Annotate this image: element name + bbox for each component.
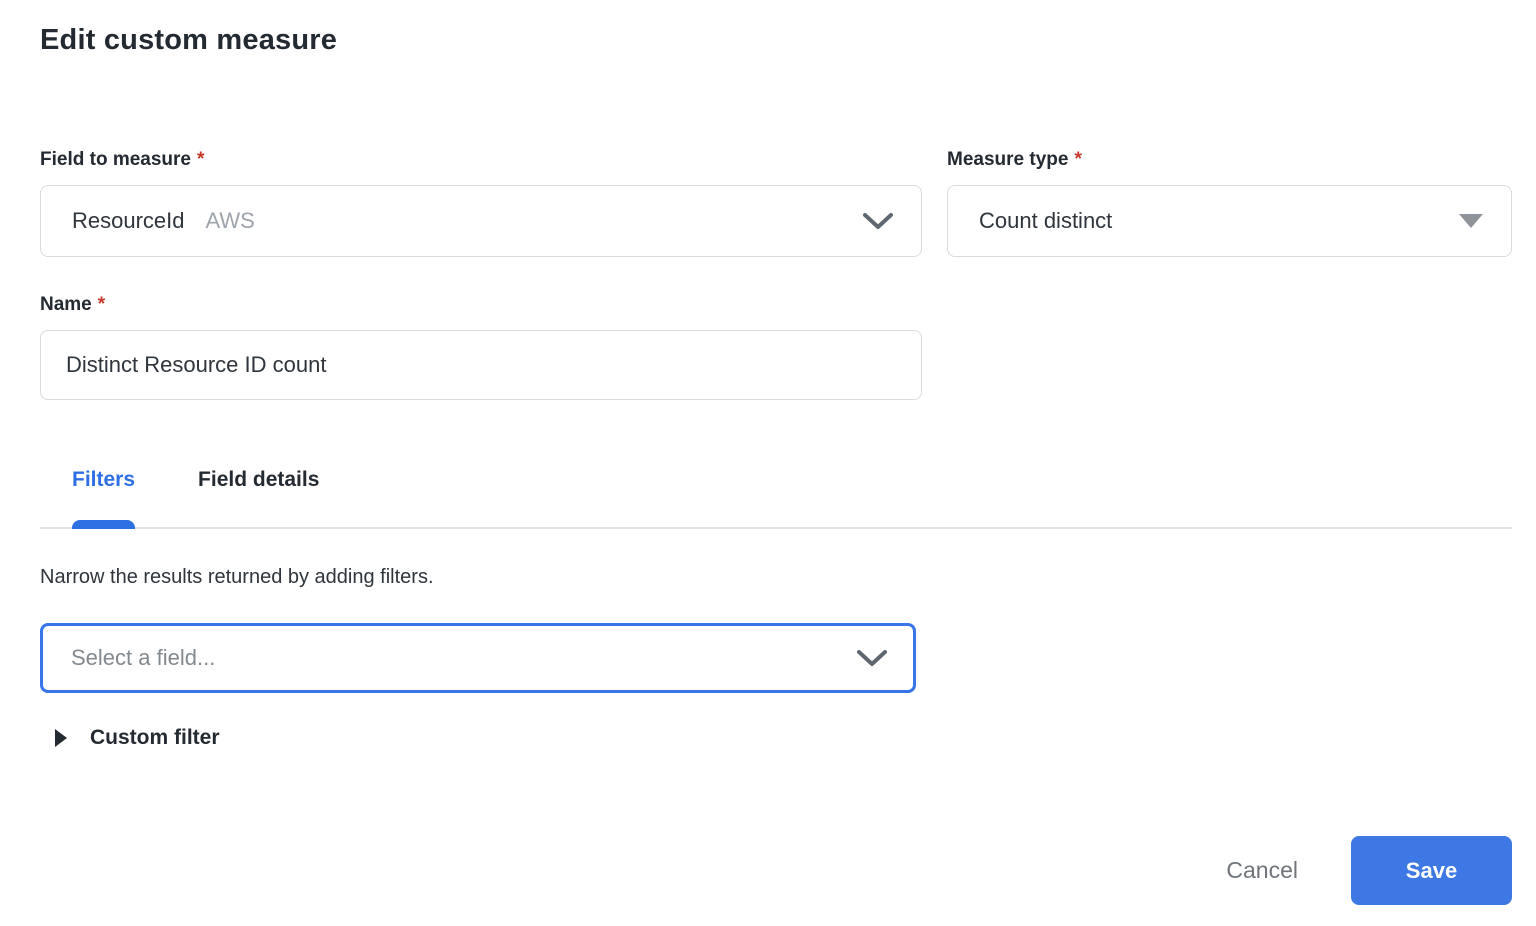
- filter-field-select[interactable]: Select a field...: [40, 623, 916, 693]
- measure-type-label-text: Measure type: [947, 149, 1069, 170]
- custom-filter-label: Custom filter: [90, 726, 220, 749]
- name-group: Name *: [40, 294, 1512, 400]
- save-button[interactable]: Save: [1351, 836, 1512, 905]
- field-to-measure-source-tag: AWS: [205, 208, 255, 233]
- tab-filters-label: Filters: [72, 468, 136, 491]
- required-asterisk: *: [197, 149, 205, 170]
- measure-fields-row: Field to measure * ResourceId AWS Measure…: [40, 149, 1512, 257]
- field-to-measure-label: Field to measure *: [40, 149, 922, 171]
- tab-field-details[interactable]: Field details: [198, 466, 319, 527]
- required-asterisk: *: [97, 294, 106, 315]
- field-to-measure-select[interactable]: ResourceId AWS: [40, 185, 922, 257]
- filter-field-placeholder: Select a field...: [71, 645, 216, 670]
- name-input[interactable]: [40, 330, 922, 400]
- measure-type-value: Count distinct: [979, 208, 1113, 233]
- chevron-down-icon: [863, 212, 893, 229]
- chevron-down-icon: [857, 649, 887, 666]
- field-to-measure-group: Field to measure * ResourceId AWS: [40, 149, 922, 257]
- cancel-button[interactable]: Cancel: [1222, 847, 1302, 894]
- tab-field-details-label: Field details: [198, 468, 320, 491]
- dialog-footer: Cancel Save: [40, 836, 1512, 905]
- measure-type-group: Measure type * Count distinct: [947, 149, 1512, 257]
- active-tab-indicator: [72, 520, 136, 529]
- caret-down-icon: [1459, 214, 1483, 228]
- name-label: Name *: [40, 294, 1512, 316]
- custom-filter-toggle[interactable]: Custom filter: [40, 726, 1512, 750]
- field-to-measure-value: ResourceId: [72, 208, 185, 233]
- measure-type-label: Measure type *: [947, 149, 1512, 171]
- filters-description: Narrow the results returned by adding fi…: [40, 566, 434, 588]
- measure-type-select[interactable]: Count distinct: [947, 185, 1512, 257]
- required-asterisk: *: [1074, 149, 1082, 170]
- field-to-measure-label-text: Field to measure: [40, 149, 191, 170]
- name-label-text: Name: [40, 294, 92, 315]
- page-title: Edit custom measure: [40, 24, 338, 56]
- tab-filters[interactable]: Filters: [72, 466, 136, 529]
- tab-bar: Filters Field details: [40, 466, 1512, 529]
- edit-custom-measure-dialog: Edit custom measure Field to measure * Re…: [0, 0, 1536, 926]
- triangle-right-icon: [55, 729, 67, 747]
